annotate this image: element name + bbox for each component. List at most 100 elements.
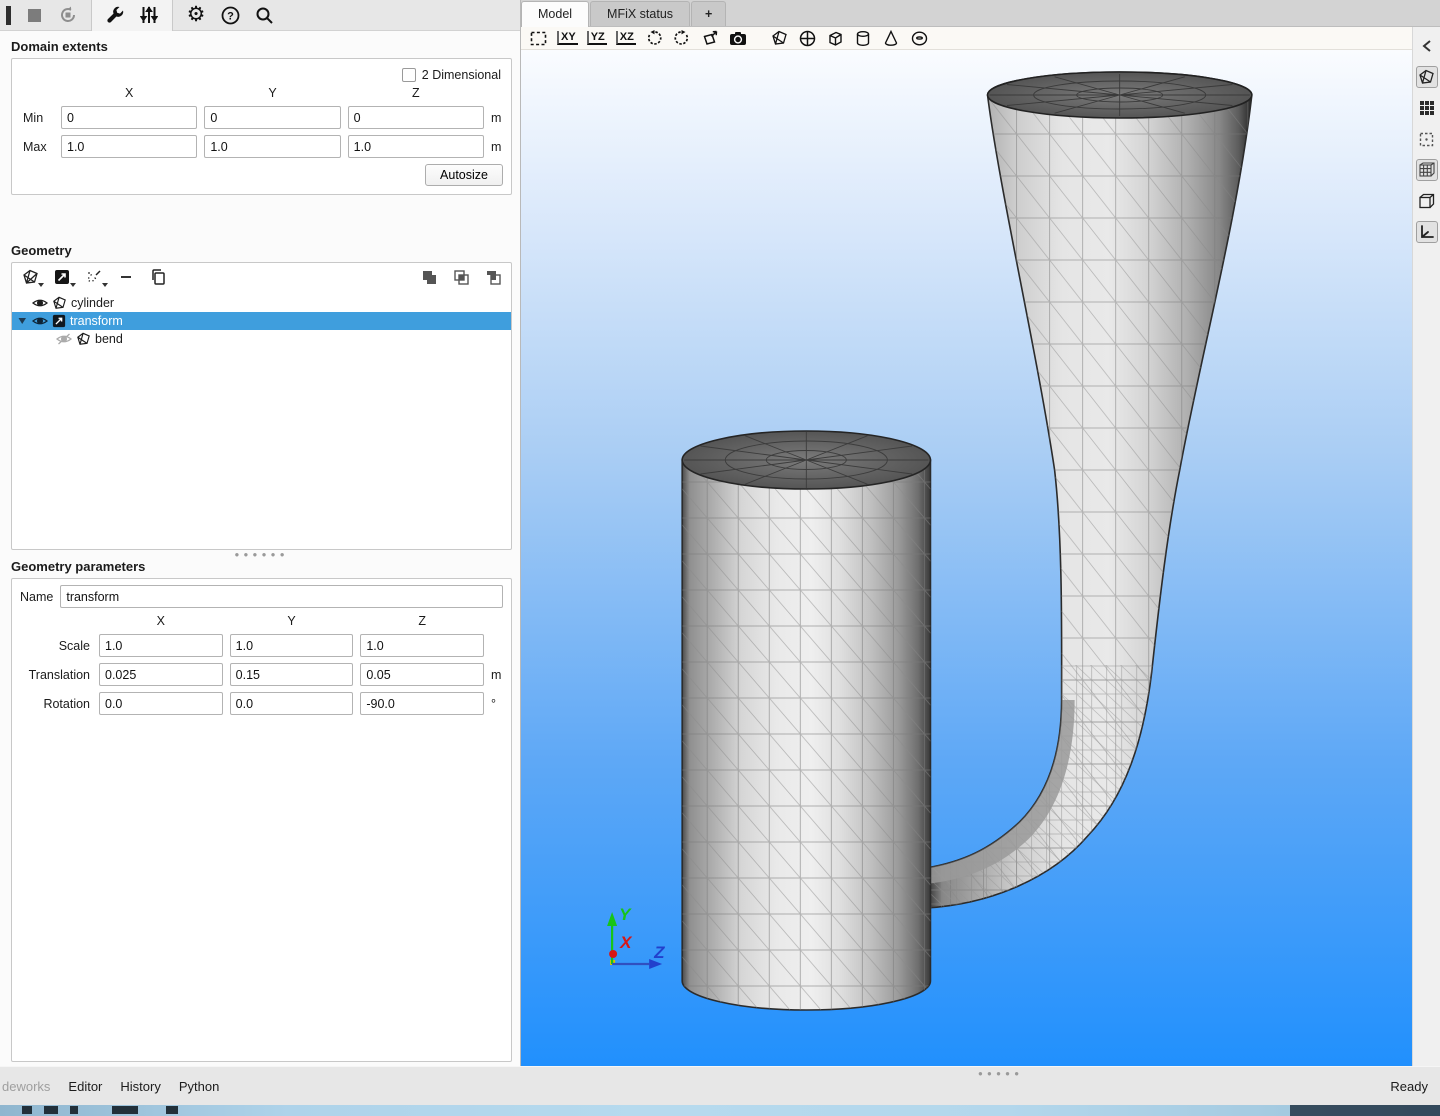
column-header-z: Z [348,86,484,100]
rail-mesh-icon[interactable] [1416,159,1438,181]
param-header-y: Y [230,614,354,628]
name-label: Name [20,590,53,604]
statusbar-splitter[interactable]: ● ● ● ● ● [978,1069,1020,1078]
union-icon[interactable] [419,268,439,286]
tree-row-cylinder[interactable]: cylinder [12,294,511,312]
eye-icon [32,314,48,328]
rotation-label: Rotation [20,697,92,711]
parameters-sliders-icon[interactable] [132,2,166,28]
scale-z-input[interactable] [360,634,484,657]
statusbar-tab-history[interactable]: History [120,1079,160,1094]
scene-svg: Y X Z [521,50,1412,1066]
rail-axes-icon[interactable] [1416,221,1438,243]
remove-geometry-icon[interactable] [116,268,136,286]
tree-item-label: cylinder [71,296,114,310]
rail-grid-icon[interactable] [1416,97,1438,119]
reset-view-icon[interactable] [529,30,548,47]
domain-extents-box: 2 Dimensional X Y Z Min m Max [11,58,512,195]
geometry-toolbar [12,263,511,290]
rail-regions-icon[interactable] [1416,128,1438,150]
expander-icon[interactable] [16,317,28,325]
stl-geometry-icon [76,332,91,346]
autosize-button[interactable]: Autosize [425,164,503,186]
zmax-input[interactable] [348,135,484,158]
translation-x-input[interactable] [99,663,223,686]
param-header-x: X [99,614,223,628]
cube-icon[interactable] [826,30,845,47]
eye-off-icon [56,332,72,346]
ymax-input[interactable] [204,135,340,158]
build-section [91,0,173,31]
status-bar: ● ● ● ● ● deworks Editor History Python … [0,1066,1440,1105]
panel-splitter[interactable]: ● ● ● ● ● ● [0,550,520,559]
settings-section: ⚙ ? [173,0,287,31]
viewport-3d[interactable]: Y X Z [521,50,1412,1066]
max-unit: m [491,140,503,154]
viewport-tabbar: Model MFiX status + [521,0,1440,27]
rotation-y-input[interactable] [230,692,354,715]
status-ready-label: Ready [1390,1079,1428,1094]
cylinder-icon[interactable] [854,30,873,47]
max-row-label: Max [20,140,54,154]
statusbar-tab-editor[interactable]: Editor [68,1079,102,1094]
geometry-parameters-box: Name X Y Z Scale Translation [11,578,512,1062]
collapse-panel-icon[interactable] [1416,35,1438,57]
rotate-right-icon[interactable] [673,30,692,47]
add-filter-icon[interactable] [52,268,72,286]
rail-geometry-icon[interactable] [1416,66,1438,88]
tree-row-transform[interactable]: transform [12,312,511,330]
camera-icon[interactable] [729,30,748,47]
min-row-label: Min [20,111,54,125]
translation-label: Translation [20,668,92,682]
add-geometry-icon[interactable] [20,268,40,286]
search-icon[interactable] [247,2,281,28]
eye-icon [32,296,48,310]
geometry-visibility-icon[interactable] [770,30,789,47]
perspective-icon[interactable] [701,30,720,47]
stl-geometry-icon [52,296,67,310]
run-icon[interactable] [6,6,11,25]
torus-icon[interactable] [910,30,929,47]
reset-icon[interactable] [51,2,85,28]
build-wrench-icon[interactable] [98,2,132,28]
rotation-z-input[interactable] [360,692,484,715]
statusbar-tab-nodeworks[interactable]: deworks [2,1079,50,1094]
tree-row-bend[interactable]: bend [12,330,511,348]
view-xz-icon[interactable]: XZ [616,31,636,45]
scale-y-input[interactable] [230,634,354,657]
intersect-icon[interactable] [451,268,471,286]
tab-mfix-status[interactable]: MFiX status [590,1,690,26]
settings-gear-icon[interactable]: ⚙ [179,2,213,28]
mfix-application-window: ⚙ ? Domain extents [0,0,1440,1116]
name-input[interactable] [60,585,503,608]
xmin-input[interactable] [61,106,197,129]
rotate-left-icon[interactable] [645,30,664,47]
rotation-x-input[interactable] [99,692,223,715]
scale-x-input[interactable] [99,634,223,657]
xmax-input[interactable] [61,135,197,158]
background-window-strip [0,1105,1440,1116]
geometry-tree: cylinder transform [12,294,511,348]
tab-model[interactable]: Model [521,1,589,27]
column-header-y: Y [204,86,340,100]
statusbar-tab-python[interactable]: Python [179,1079,219,1094]
two-dimensional-checkbox[interactable] [402,68,416,82]
geometry-parameters-title: Geometry parameters [11,559,510,574]
difference-icon[interactable] [483,268,503,286]
copy-geometry-icon[interactable] [148,268,168,286]
main-area: ⚙ ? Domain extents [0,0,1440,1066]
rail-cube-icon[interactable] [1416,190,1438,212]
help-icon[interactable]: ? [213,2,247,28]
cone-icon[interactable] [882,30,901,47]
stop-icon[interactable] [17,2,51,28]
wizard-icon[interactable] [84,268,104,286]
tab-add[interactable]: + [691,1,726,26]
regions-sphere-icon[interactable] [798,30,817,47]
zmin-input[interactable] [348,106,484,129]
translation-y-input[interactable] [230,663,354,686]
view-yz-icon[interactable]: YZ [587,31,607,45]
view-xy-icon[interactable]: XY [557,31,578,45]
axis-z-label: Z [653,943,665,962]
ymin-input[interactable] [204,106,340,129]
translation-z-input[interactable] [360,663,484,686]
